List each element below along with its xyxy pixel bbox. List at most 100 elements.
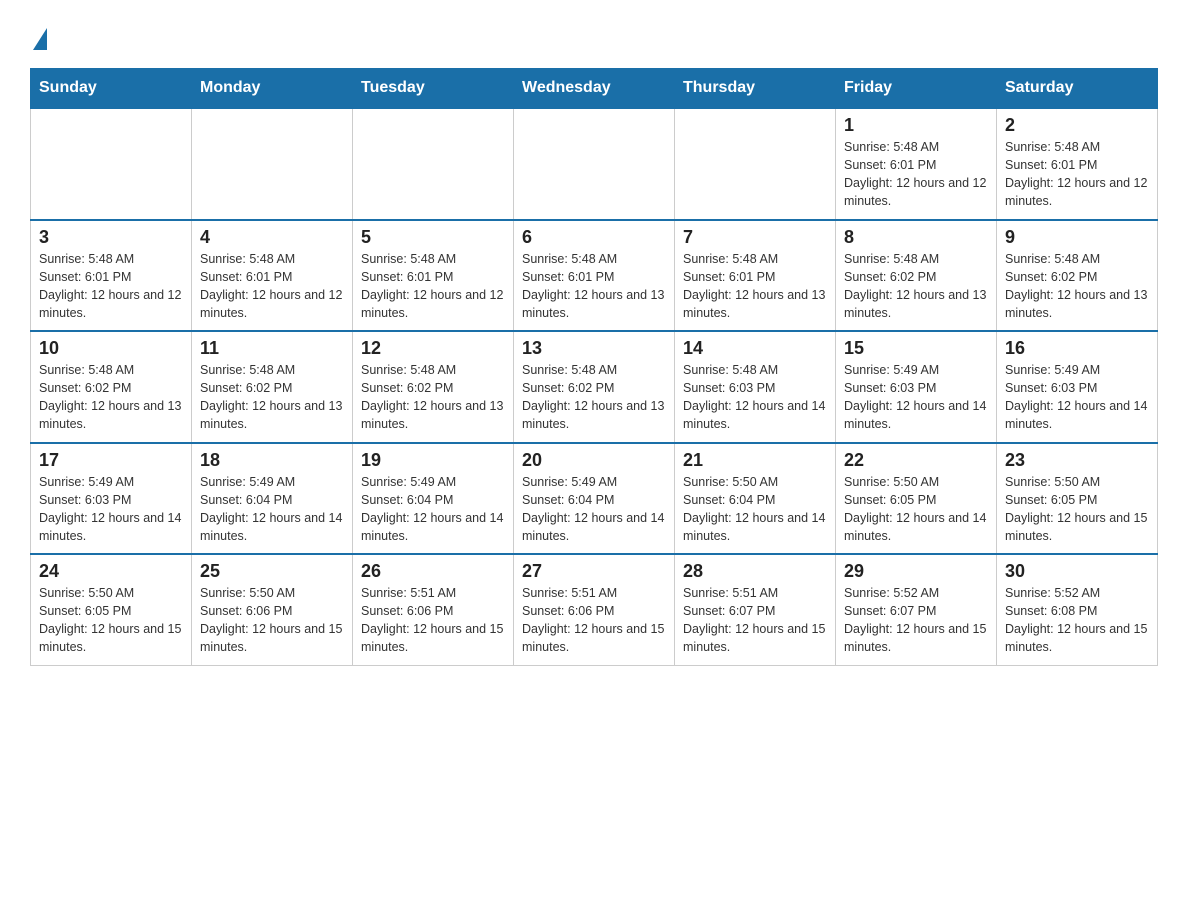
- table-row: [192, 108, 353, 220]
- day-number: 8: [844, 227, 988, 248]
- day-info: Sunrise: 5:48 AMSunset: 6:02 PMDaylight:…: [361, 361, 505, 434]
- day-number: 4: [200, 227, 344, 248]
- day-info: Sunrise: 5:48 AMSunset: 6:01 PMDaylight:…: [683, 250, 827, 323]
- day-number: 12: [361, 338, 505, 359]
- day-info: Sunrise: 5:51 AMSunset: 6:07 PMDaylight:…: [683, 584, 827, 657]
- table-row: 5Sunrise: 5:48 AMSunset: 6:01 PMDaylight…: [353, 220, 514, 332]
- day-number: 19: [361, 450, 505, 471]
- day-number: 29: [844, 561, 988, 582]
- day-info: Sunrise: 5:49 AMSunset: 6:04 PMDaylight:…: [522, 473, 666, 546]
- day-number: 18: [200, 450, 344, 471]
- table-row: 28Sunrise: 5:51 AMSunset: 6:07 PMDayligh…: [675, 554, 836, 665]
- table-row: 29Sunrise: 5:52 AMSunset: 6:07 PMDayligh…: [836, 554, 997, 665]
- day-info: Sunrise: 5:48 AMSunset: 6:01 PMDaylight:…: [844, 138, 988, 211]
- day-info: Sunrise: 5:48 AMSunset: 6:01 PMDaylight:…: [361, 250, 505, 323]
- table-row: [675, 108, 836, 220]
- day-number: 21: [683, 450, 827, 471]
- calendar-week-row: 17Sunrise: 5:49 AMSunset: 6:03 PMDayligh…: [31, 443, 1158, 555]
- day-number: 30: [1005, 561, 1149, 582]
- table-row: 20Sunrise: 5:49 AMSunset: 6:04 PMDayligh…: [514, 443, 675, 555]
- header: [30, 24, 1158, 50]
- day-info: Sunrise: 5:52 AMSunset: 6:08 PMDaylight:…: [1005, 584, 1149, 657]
- day-number: 28: [683, 561, 827, 582]
- table-row: [353, 108, 514, 220]
- table-row: 9Sunrise: 5:48 AMSunset: 6:02 PMDaylight…: [997, 220, 1158, 332]
- day-info: Sunrise: 5:49 AMSunset: 6:03 PMDaylight:…: [844, 361, 988, 434]
- day-info: Sunrise: 5:51 AMSunset: 6:06 PMDaylight:…: [361, 584, 505, 657]
- col-saturday: Saturday: [997, 69, 1158, 109]
- day-info: Sunrise: 5:48 AMSunset: 6:01 PMDaylight:…: [1005, 138, 1149, 211]
- col-thursday: Thursday: [675, 69, 836, 109]
- day-number: 14: [683, 338, 827, 359]
- table-row: 23Sunrise: 5:50 AMSunset: 6:05 PMDayligh…: [997, 443, 1158, 555]
- day-info: Sunrise: 5:49 AMSunset: 6:04 PMDaylight:…: [361, 473, 505, 546]
- calendar-week-row: 24Sunrise: 5:50 AMSunset: 6:05 PMDayligh…: [31, 554, 1158, 665]
- table-row: 11Sunrise: 5:48 AMSunset: 6:02 PMDayligh…: [192, 331, 353, 443]
- day-number: 6: [522, 227, 666, 248]
- day-info: Sunrise: 5:50 AMSunset: 6:05 PMDaylight:…: [39, 584, 183, 657]
- day-info: Sunrise: 5:50 AMSunset: 6:06 PMDaylight:…: [200, 584, 344, 657]
- calendar-header-row: Sunday Monday Tuesday Wednesday Thursday…: [31, 69, 1158, 109]
- calendar-week-row: 10Sunrise: 5:48 AMSunset: 6:02 PMDayligh…: [31, 331, 1158, 443]
- table-row: 13Sunrise: 5:48 AMSunset: 6:02 PMDayligh…: [514, 331, 675, 443]
- day-info: Sunrise: 5:50 AMSunset: 6:04 PMDaylight:…: [683, 473, 827, 546]
- day-info: Sunrise: 5:49 AMSunset: 6:03 PMDaylight:…: [39, 473, 183, 546]
- day-info: Sunrise: 5:48 AMSunset: 6:02 PMDaylight:…: [522, 361, 666, 434]
- day-number: 20: [522, 450, 666, 471]
- table-row: 12Sunrise: 5:48 AMSunset: 6:02 PMDayligh…: [353, 331, 514, 443]
- table-row: 26Sunrise: 5:51 AMSunset: 6:06 PMDayligh…: [353, 554, 514, 665]
- day-info: Sunrise: 5:48 AMSunset: 6:03 PMDaylight:…: [683, 361, 827, 434]
- col-monday: Monday: [192, 69, 353, 109]
- day-number: 17: [39, 450, 183, 471]
- table-row: 22Sunrise: 5:50 AMSunset: 6:05 PMDayligh…: [836, 443, 997, 555]
- day-number: 22: [844, 450, 988, 471]
- day-number: 5: [361, 227, 505, 248]
- table-row: 6Sunrise: 5:48 AMSunset: 6:01 PMDaylight…: [514, 220, 675, 332]
- day-number: 7: [683, 227, 827, 248]
- table-row: 2Sunrise: 5:48 AMSunset: 6:01 PMDaylight…: [997, 108, 1158, 220]
- logo: [30, 24, 47, 50]
- table-row: 14Sunrise: 5:48 AMSunset: 6:03 PMDayligh…: [675, 331, 836, 443]
- table-row: [514, 108, 675, 220]
- table-row: 15Sunrise: 5:49 AMSunset: 6:03 PMDayligh…: [836, 331, 997, 443]
- day-number: 2: [1005, 115, 1149, 136]
- day-info: Sunrise: 5:48 AMSunset: 6:01 PMDaylight:…: [522, 250, 666, 323]
- calendar-table: Sunday Monday Tuesday Wednesday Thursday…: [30, 68, 1158, 666]
- table-row: 24Sunrise: 5:50 AMSunset: 6:05 PMDayligh…: [31, 554, 192, 665]
- day-info: Sunrise: 5:48 AMSunset: 6:02 PMDaylight:…: [1005, 250, 1149, 323]
- table-row: 17Sunrise: 5:49 AMSunset: 6:03 PMDayligh…: [31, 443, 192, 555]
- day-info: Sunrise: 5:48 AMSunset: 6:02 PMDaylight:…: [200, 361, 344, 434]
- day-info: Sunrise: 5:52 AMSunset: 6:07 PMDaylight:…: [844, 584, 988, 657]
- col-friday: Friday: [836, 69, 997, 109]
- day-number: 23: [1005, 450, 1149, 471]
- table-row: 27Sunrise: 5:51 AMSunset: 6:06 PMDayligh…: [514, 554, 675, 665]
- day-number: 10: [39, 338, 183, 359]
- table-row: 18Sunrise: 5:49 AMSunset: 6:04 PMDayligh…: [192, 443, 353, 555]
- day-info: Sunrise: 5:48 AMSunset: 6:02 PMDaylight:…: [39, 361, 183, 434]
- day-info: Sunrise: 5:49 AMSunset: 6:04 PMDaylight:…: [200, 473, 344, 546]
- table-row: 3Sunrise: 5:48 AMSunset: 6:01 PMDaylight…: [31, 220, 192, 332]
- table-row: 10Sunrise: 5:48 AMSunset: 6:02 PMDayligh…: [31, 331, 192, 443]
- day-info: Sunrise: 5:48 AMSunset: 6:01 PMDaylight:…: [200, 250, 344, 323]
- logo-triangle-icon: [33, 28, 47, 50]
- day-number: 26: [361, 561, 505, 582]
- day-info: Sunrise: 5:49 AMSunset: 6:03 PMDaylight:…: [1005, 361, 1149, 434]
- col-sunday: Sunday: [31, 69, 192, 109]
- calendar-week-row: 1Sunrise: 5:48 AMSunset: 6:01 PMDaylight…: [31, 108, 1158, 220]
- day-number: 27: [522, 561, 666, 582]
- day-info: Sunrise: 5:50 AMSunset: 6:05 PMDaylight:…: [1005, 473, 1149, 546]
- col-wednesday: Wednesday: [514, 69, 675, 109]
- day-number: 11: [200, 338, 344, 359]
- day-number: 13: [522, 338, 666, 359]
- day-number: 15: [844, 338, 988, 359]
- table-row: 8Sunrise: 5:48 AMSunset: 6:02 PMDaylight…: [836, 220, 997, 332]
- table-row: 16Sunrise: 5:49 AMSunset: 6:03 PMDayligh…: [997, 331, 1158, 443]
- day-info: Sunrise: 5:48 AMSunset: 6:02 PMDaylight:…: [844, 250, 988, 323]
- table-row: 1Sunrise: 5:48 AMSunset: 6:01 PMDaylight…: [836, 108, 997, 220]
- day-number: 1: [844, 115, 988, 136]
- day-number: 9: [1005, 227, 1149, 248]
- table-row: 21Sunrise: 5:50 AMSunset: 6:04 PMDayligh…: [675, 443, 836, 555]
- table-row: 19Sunrise: 5:49 AMSunset: 6:04 PMDayligh…: [353, 443, 514, 555]
- col-tuesday: Tuesday: [353, 69, 514, 109]
- table-row: [31, 108, 192, 220]
